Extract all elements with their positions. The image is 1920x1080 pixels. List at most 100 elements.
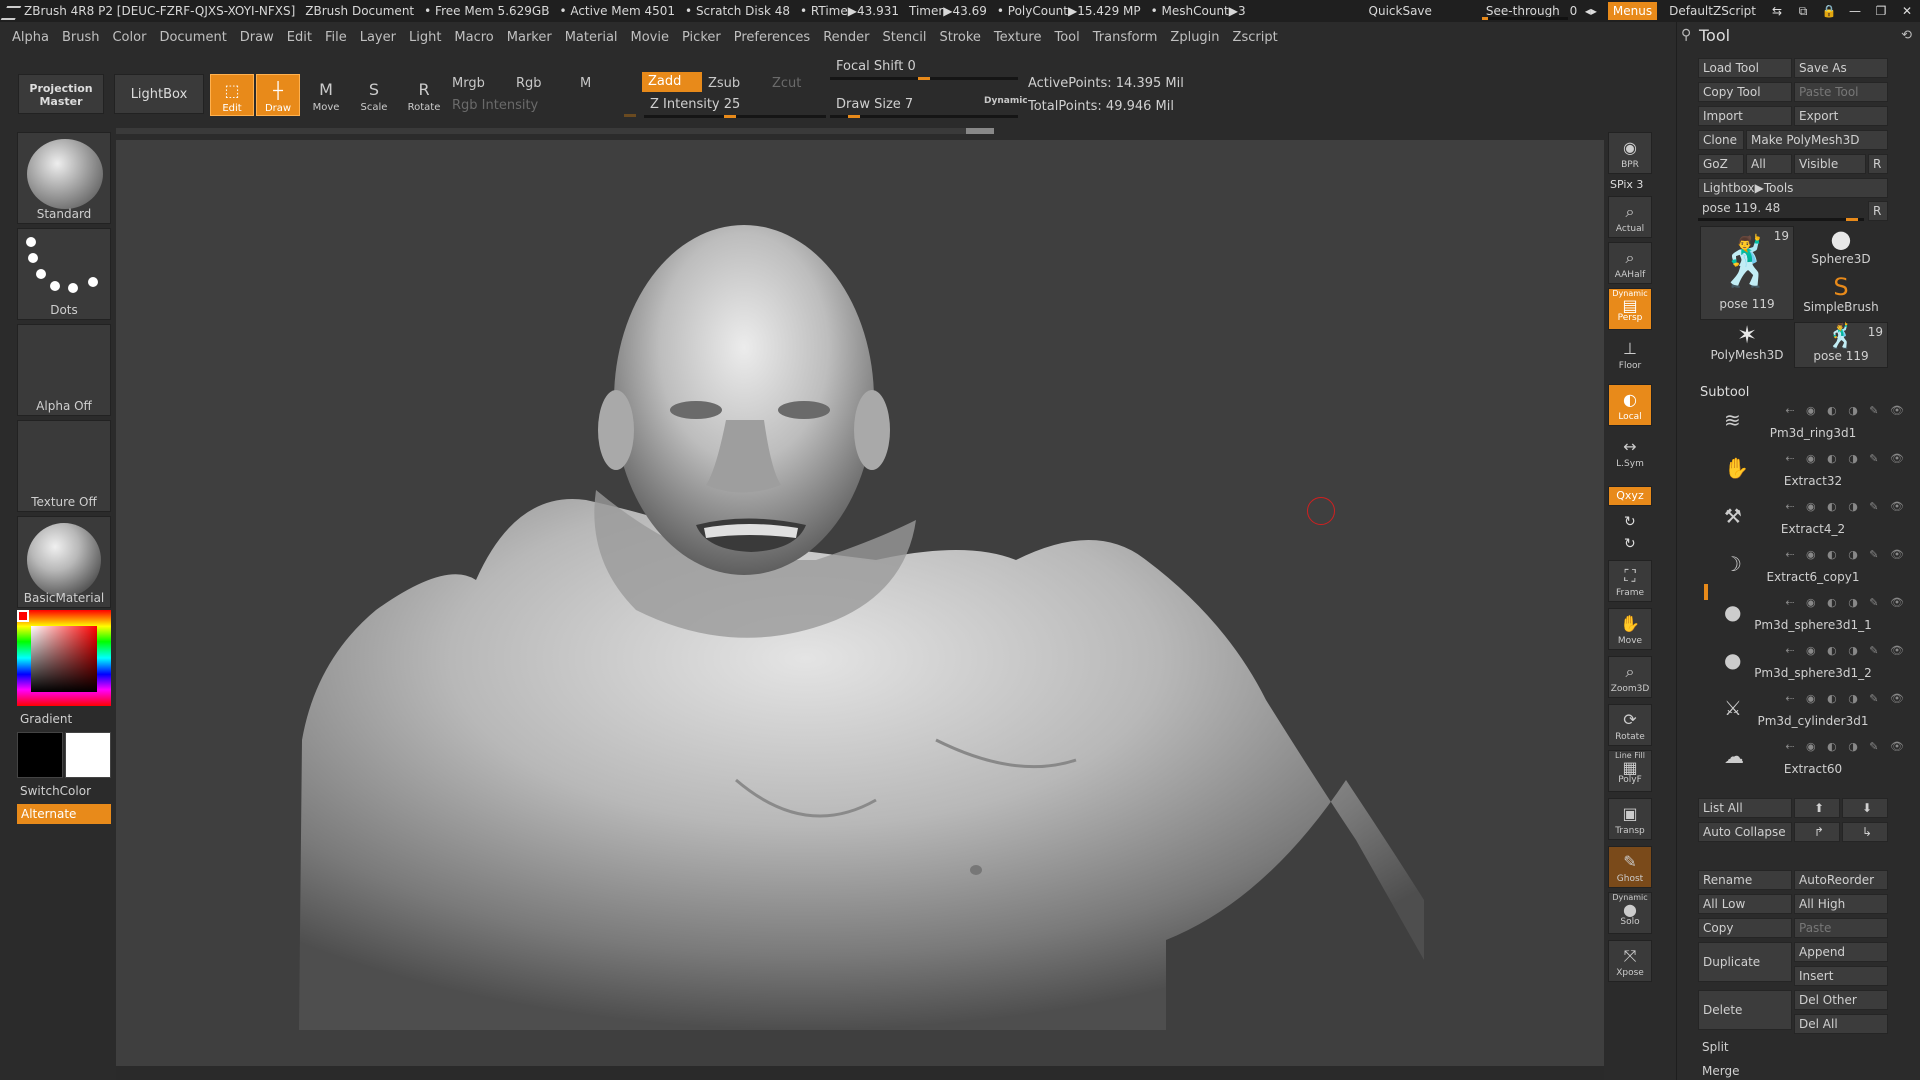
import-button[interactable]: Import xyxy=(1698,106,1792,126)
subtool-item[interactable]: ⚔ ⇠ ◉ ◐ ◑ ✎ 👁 Pm3d_cylinder3d1 xyxy=(1710,688,1916,732)
pose-slider[interactable]: pose 119. 48 xyxy=(1698,201,1864,221)
menu-edit[interactable]: Edit xyxy=(287,30,312,45)
subtool-item[interactable]: ● ⇠ ◉ ◐ ◑ ✎ 👁 Pm3d_sphere3d1_2 xyxy=(1710,640,1916,684)
draw-button[interactable]: ┼ Draw xyxy=(256,74,300,116)
menu-zscript[interactable]: Zscript xyxy=(1233,30,1278,45)
tool-thumb-polymesh3d[interactable]: ✶ PolyMesh3D xyxy=(1700,322,1794,368)
see-through-slider[interactable]: See-through 0 xyxy=(1480,3,1577,21)
subtool-item[interactable]: ☁ ⇠ ◉ ◐ ◑ ✎ 👁 Extract60 xyxy=(1710,736,1916,780)
minimize-icon[interactable]: — xyxy=(1842,0,1868,22)
dynamic-toggle[interactable]: Dynamic xyxy=(984,96,1028,106)
delete-button[interactable]: Delete xyxy=(1698,990,1792,1030)
layout-icon[interactable]: ⇆ xyxy=(1764,0,1790,22)
menus-button[interactable]: Menus xyxy=(1607,2,1658,20)
secondary-color-swatch[interactable] xyxy=(17,732,63,778)
subtool-toggles[interactable]: ⇠ ◉ ◐ ◑ ✎ 👁 xyxy=(1785,644,1908,657)
brush-tile[interactable]: Standard xyxy=(17,132,111,224)
menu-macro[interactable]: Macro xyxy=(454,30,493,45)
solo-button[interactable]: Dynamic ● Solo xyxy=(1608,892,1652,934)
menu-document[interactable]: Document xyxy=(159,30,226,45)
rotate-z-icon[interactable]: ↻ xyxy=(1624,536,1636,552)
copy-tool-button[interactable]: Copy Tool xyxy=(1698,82,1792,102)
autoreorder-button[interactable]: AutoReorder xyxy=(1794,870,1888,890)
all-low-button[interactable]: All Low xyxy=(1698,894,1792,914)
z-intensity-slider[interactable]: Z Intensity 25 xyxy=(644,96,826,118)
goz-r-button[interactable]: R xyxy=(1868,154,1888,174)
move-view-button[interactable]: ✋ Move xyxy=(1608,608,1652,650)
default-zscript-button[interactable]: DefaultZScript xyxy=(1661,0,1764,22)
gradient-toggle[interactable]: Gradient xyxy=(20,712,72,726)
menu-stroke[interactable]: Stroke xyxy=(939,30,980,45)
material-tile[interactable]: BasicMaterial xyxy=(17,516,111,608)
floor-button[interactable]: ⊥ Floor xyxy=(1608,334,1652,376)
lock-icon[interactable]: 🔒 xyxy=(1816,0,1842,22)
menu-transform[interactable]: Transform xyxy=(1093,30,1158,45)
menu-draw[interactable]: Draw xyxy=(240,30,274,45)
split-button[interactable]: Split xyxy=(1698,1038,1888,1058)
rename-button[interactable]: Rename xyxy=(1698,870,1792,890)
texture-tile[interactable]: Texture Off xyxy=(17,420,111,512)
saturation-value-square[interactable] xyxy=(31,626,97,692)
merge-button[interactable]: Merge xyxy=(1698,1062,1888,1080)
menu-texture[interactable]: Texture xyxy=(994,30,1042,45)
adjust-icon[interactable]: ◂▸ xyxy=(1578,0,1604,22)
make-polymesh3d-button[interactable]: Make PolyMesh3D xyxy=(1746,130,1888,150)
move-up-button[interactable]: ⬆ xyxy=(1794,798,1840,818)
polyf-button[interactable]: Line Fill ▦ PolyF xyxy=(1608,750,1652,792)
local-button[interactable]: ◐ Local xyxy=(1608,384,1652,426)
actual-button[interactable]: ⌕ Actual xyxy=(1608,196,1652,238)
menu-render[interactable]: Render xyxy=(823,30,869,45)
subtool-toggles[interactable]: ⇠ ◉ ◐ ◑ ✎ 👁 xyxy=(1785,404,1908,417)
duplicate-button[interactable]: Duplicate xyxy=(1698,942,1792,982)
menu-brush[interactable]: Brush xyxy=(62,30,100,45)
alpha-tile[interactable]: Alpha Off xyxy=(17,324,111,416)
export-button[interactable]: Export xyxy=(1794,106,1888,126)
menu-color[interactable]: Color xyxy=(112,30,146,45)
append-button[interactable]: Append xyxy=(1794,942,1888,962)
ghost-button[interactable]: ✎ Ghost xyxy=(1608,846,1652,888)
move-in-button[interactable]: ↱ xyxy=(1794,822,1840,842)
restore-icon[interactable]: ❐ xyxy=(1868,0,1894,22)
focal-shift-slider[interactable]: Focal Shift 0 xyxy=(830,58,1018,80)
mrgb-button[interactable]: Mrgb xyxy=(452,76,485,91)
menu-file[interactable]: File xyxy=(325,30,347,45)
menu-layer[interactable]: Layer xyxy=(360,30,396,45)
del-all-button[interactable]: Del All xyxy=(1794,1014,1888,1034)
subtool-item[interactable]: ✋ ⇠ ◉ ◐ ◑ ✎ 👁 Extract32 xyxy=(1710,448,1916,492)
rotate-y-icon[interactable]: ↻ xyxy=(1624,514,1636,530)
quicksave-button[interactable]: QuickSave xyxy=(1361,0,1440,22)
goz-visible-button[interactable]: Visible xyxy=(1794,154,1866,174)
tool-thumb-sphere3d[interactable]: ● Sphere3D xyxy=(1794,226,1888,272)
palette-refresh-icon[interactable]: ⟲ xyxy=(1901,28,1912,43)
xpose-button[interactable]: ⤧ Xpose xyxy=(1608,940,1652,982)
edit-button[interactable]: ⬚ Edit xyxy=(210,74,254,116)
tool-thumb-pose-main[interactable]: 19 🕺 pose 119 xyxy=(1700,226,1794,320)
subtool-toggles[interactable]: ⇠ ◉ ◐ ◑ ✎ 👁 xyxy=(1785,452,1908,465)
menu-movie[interactable]: Movie xyxy=(631,30,669,45)
goz-button[interactable]: GoZ xyxy=(1698,154,1744,174)
menu-stencil[interactable]: Stencil xyxy=(882,30,926,45)
color-picker[interactable] xyxy=(17,610,111,706)
aahalf-button[interactable]: ⌕ AAHalf xyxy=(1608,242,1652,284)
alternate-button[interactable]: Alternate xyxy=(17,804,111,824)
load-tool-button[interactable]: Load Tool xyxy=(1698,58,1792,78)
menu-tool[interactable]: Tool xyxy=(1054,30,1079,45)
subtool-item[interactable]: ≋ ⇠ ◉ ◐ ◑ ✎ 👁 Pm3d_ring3d1 xyxy=(1710,400,1916,444)
canvas-scrollbar[interactable] xyxy=(116,128,994,134)
menu-alpha[interactable]: Alpha xyxy=(12,30,49,45)
subtool-toggles[interactable]: ⇠ ◉ ◐ ◑ ✎ 👁 xyxy=(1785,596,1908,609)
all-high-button[interactable]: All High xyxy=(1794,894,1888,914)
document-canvas[interactable] xyxy=(116,132,1604,1066)
stroke-tile[interactable]: Dots xyxy=(17,228,111,320)
switch-color-button[interactable]: SwitchColor xyxy=(20,784,91,798)
copy-subtool-button[interactable]: Copy xyxy=(1698,918,1792,938)
menu-picker[interactable]: Picker xyxy=(682,30,721,45)
pose-r-button[interactable]: R xyxy=(1868,201,1888,221)
zoom3d-button[interactable]: ⌕ Zoom3D xyxy=(1608,656,1652,698)
clone-button[interactable]: Clone xyxy=(1698,130,1744,150)
scale-button[interactable]: S Scale xyxy=(352,74,396,116)
subtool-toggles[interactable]: ⇠ ◉ ◐ ◑ ✎ 👁 xyxy=(1785,692,1908,705)
menu-preferences[interactable]: Preferences xyxy=(734,30,810,45)
pin-icon[interactable]: ⚲ xyxy=(1681,27,1691,43)
lightbox-tools-button[interactable]: Lightbox▶Tools xyxy=(1698,178,1888,198)
